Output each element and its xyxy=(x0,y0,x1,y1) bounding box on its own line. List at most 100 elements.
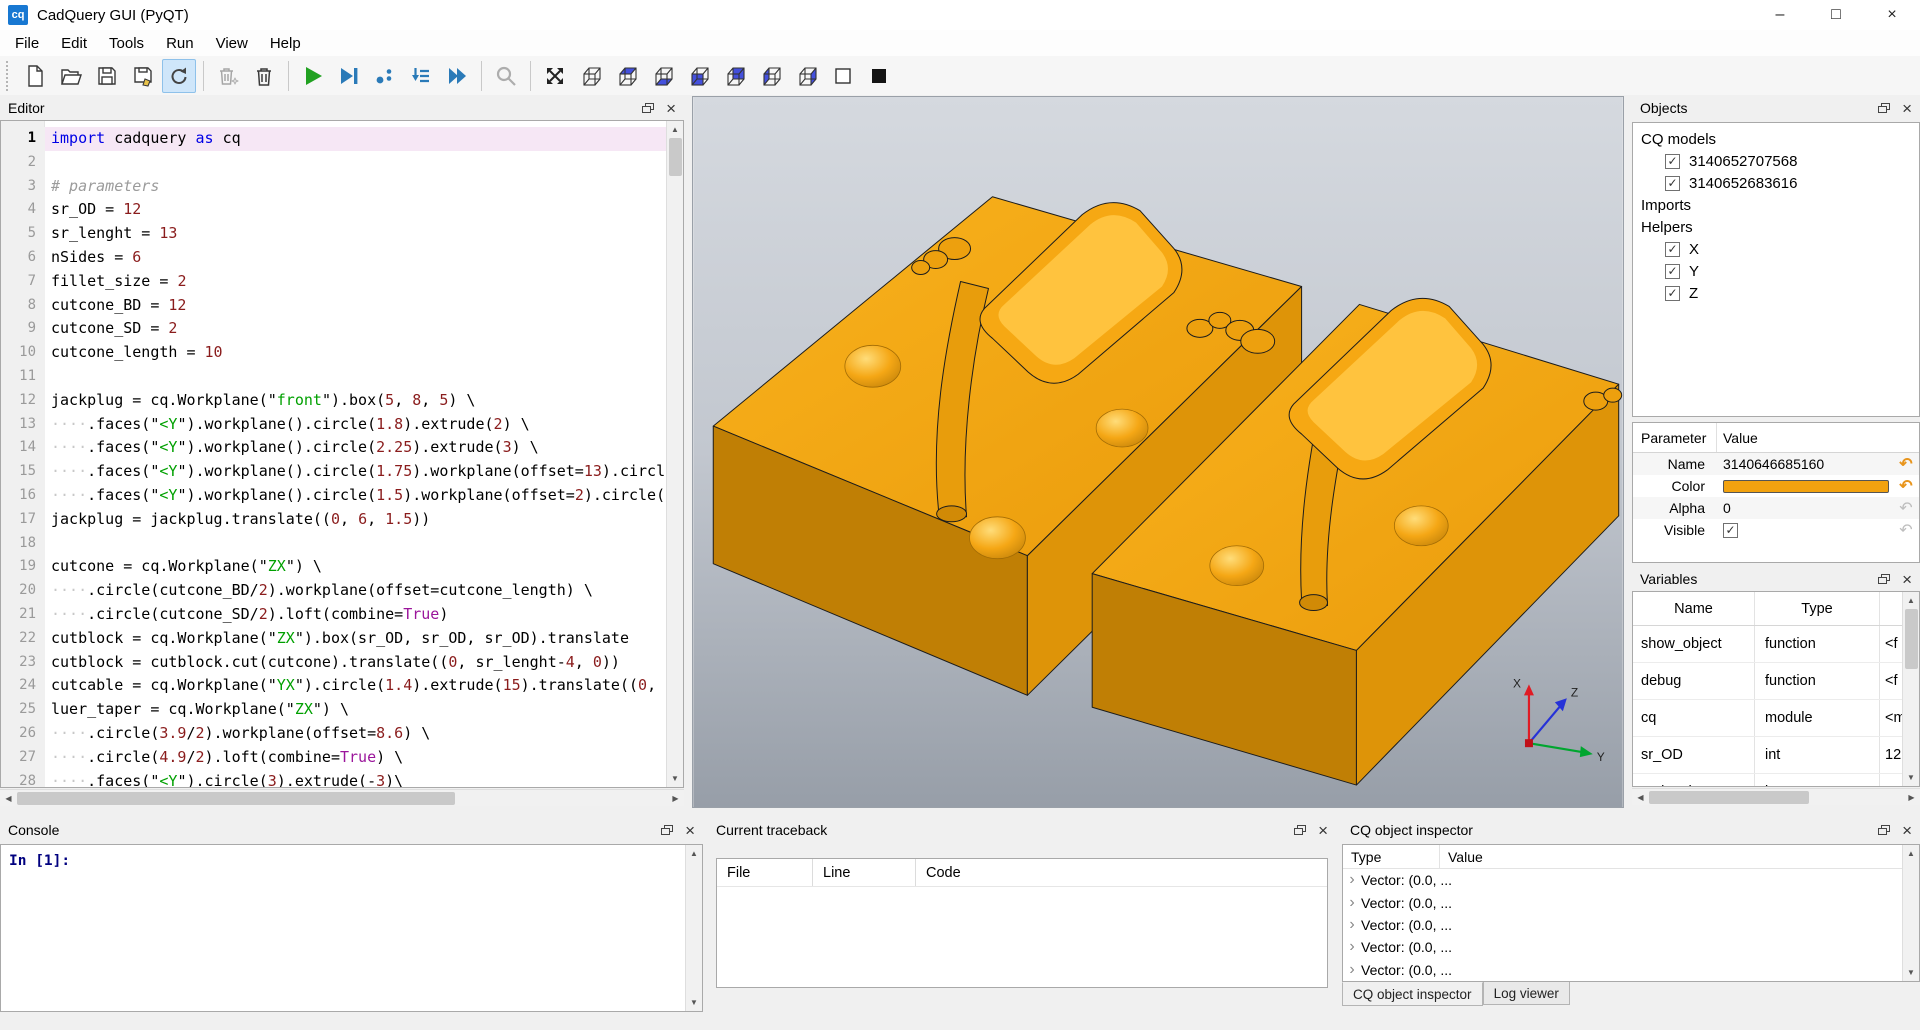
title-bar[interactable]: cq CadQuery GUI (PyQT) – □ × xyxy=(0,0,1920,30)
visibility-checkbox[interactable]: ✓ xyxy=(1665,286,1680,301)
tree-item-3140652707568[interactable]: ✓3140652707568 xyxy=(1633,150,1919,172)
code-line[interactable]: 20····.circle(cutcone_BD/2).workplane(of… xyxy=(1,579,666,603)
expand-chevron-icon[interactable]: › xyxy=(1343,917,1361,933)
inspector-vertical-scrollbar[interactable]: ▲ ▼ xyxy=(1902,845,1919,981)
menu-view[interactable]: View xyxy=(205,30,259,56)
render-button[interactable] xyxy=(296,59,330,93)
code-line[interactable]: 21····.circle(cutcone_SD/2).loft(combine… xyxy=(1,603,666,627)
code-line[interactable]: 27····.circle(4.9/2).loft(combine=True) … xyxy=(1,746,666,770)
scrollbar-thumb[interactable] xyxy=(669,138,682,176)
scroll-down-icon[interactable]: ▼ xyxy=(1903,769,1920,786)
console-vertical-scrollbar[interactable]: ▲ ▼ xyxy=(685,845,702,1011)
scrollbar-thumb[interactable] xyxy=(1905,609,1918,669)
visibility-checkbox[interactable]: ✓ xyxy=(1665,176,1680,191)
code-line[interactable]: 3# parameters xyxy=(1,175,666,199)
scroll-up-icon[interactable]: ▲ xyxy=(686,845,703,862)
code-line[interactable]: 4sr_OD = 12 xyxy=(1,198,666,222)
top-view-button[interactable] xyxy=(610,59,644,93)
scrollbar-thumb[interactable] xyxy=(1649,791,1809,804)
code-line[interactable]: 1import cadquery as cq xyxy=(1,127,666,151)
menu-help[interactable]: Help xyxy=(259,30,312,56)
shaded-view-button[interactable] xyxy=(862,59,896,93)
visibility-checkbox[interactable]: ✓ xyxy=(1665,264,1680,279)
expand-chevron-icon[interactable]: › xyxy=(1343,895,1361,911)
scroll-down-icon[interactable]: ▼ xyxy=(686,994,703,1011)
float-panel-icon[interactable] xyxy=(1878,825,1890,836)
inspector-row[interactable]: ›Vector: (0.0, ... xyxy=(1343,891,1919,913)
tree-group-helpers[interactable]: Helpers xyxy=(1633,216,1919,238)
expand-chevron-icon[interactable]: › xyxy=(1343,962,1361,978)
visible-checkbox[interactable]: ✓ xyxy=(1723,523,1738,538)
tree-item-x[interactable]: ✓X xyxy=(1633,238,1919,260)
undo-icon[interactable]: ↶ xyxy=(1893,454,1919,474)
code-line[interactable]: 5sr_lenght = 13 xyxy=(1,222,666,246)
code-line[interactable]: 14····.faces("<Y").workplane().circle(2.… xyxy=(1,436,666,460)
float-panel-icon[interactable] xyxy=(661,825,673,836)
variables-horizontal-scrollbar[interactable]: ◀ ▶ xyxy=(1632,788,1920,805)
tree-item-3140652683616[interactable]: ✓3140652683616 xyxy=(1633,172,1919,194)
code-line[interactable]: 12jackplug = cq.Workplane("front").box(5… xyxy=(1,389,666,413)
code-line[interactable]: 7fillet_size = 2 xyxy=(1,270,666,294)
code-line[interactable]: 8cutcone_BD = 12 xyxy=(1,294,666,318)
variable-row-debug[interactable]: debugfunction<f xyxy=(1633,663,1919,700)
3d-scene[interactable]: X Z Y xyxy=(693,97,1623,807)
clear-model-button[interactable] xyxy=(211,59,245,93)
scroll-up-icon[interactable]: ▲ xyxy=(1903,845,1920,862)
code-line[interactable]: 19cutcone = cq.Workplane("ZX") \ xyxy=(1,555,666,579)
code-line[interactable]: 26····.circle(3.9/2).workplane(offset=8.… xyxy=(1,722,666,746)
scroll-up-icon[interactable]: ▲ xyxy=(1903,592,1920,609)
menu-edit[interactable]: Edit xyxy=(50,30,98,56)
scroll-left-icon[interactable]: ◀ xyxy=(1632,789,1649,806)
code-line[interactable]: 28····.faces("<Y").circle(3).extrude(-3)… xyxy=(1,770,666,787)
inspector-row[interactable]: ›Vector: (0.0, ... xyxy=(1343,914,1919,936)
toolbar-grip[interactable] xyxy=(6,61,11,91)
visibility-checkbox[interactable]: ✓ xyxy=(1665,242,1680,257)
variable-row-show_object[interactable]: show_objectfunction<f xyxy=(1633,626,1919,663)
variable-row-cq[interactable]: cqmodule<m xyxy=(1633,700,1919,737)
debug-button[interactable] xyxy=(332,59,366,93)
fit-view-button[interactable] xyxy=(538,59,572,93)
code-line[interactable]: 18 xyxy=(1,532,666,556)
scroll-left-icon[interactable]: ◀ xyxy=(0,790,17,807)
continue-button[interactable] xyxy=(440,59,474,93)
menu-run[interactable]: Run xyxy=(155,30,205,56)
code-line[interactable]: 22cutblock = cq.Workplane("ZX").box(sr_O… xyxy=(1,627,666,651)
tab-cq-object-inspector[interactable]: CQ object inspector xyxy=(1342,982,1483,1006)
inspector-row[interactable]: ›Vector: (0.0, ... xyxy=(1343,869,1919,891)
delete-model-button[interactable] xyxy=(247,59,281,93)
tree-item-y[interactable]: ✓Y xyxy=(1633,260,1919,282)
bottom-view-button[interactable] xyxy=(646,59,680,93)
tree-item-z[interactable]: ✓Z xyxy=(1633,282,1919,304)
code-line[interactable]: 16····.faces("<Y").workplane().circle(1.… xyxy=(1,484,666,508)
right-view-button[interactable] xyxy=(790,59,824,93)
float-panel-icon[interactable] xyxy=(1878,574,1890,585)
code-line[interactable]: 2 xyxy=(1,151,666,175)
wireframe-view-button[interactable] xyxy=(826,59,860,93)
close-panel-icon[interactable]: × xyxy=(1902,822,1912,839)
scroll-down-icon[interactable]: ▼ xyxy=(667,770,684,787)
inspector-row[interactable]: ›Vector: (0.0, ... xyxy=(1343,936,1919,958)
code-line[interactable]: 9cutcone_SD = 2 xyxy=(1,317,666,341)
iso-view-button[interactable] xyxy=(574,59,608,93)
save-button[interactable] xyxy=(90,59,124,93)
editor-horizontal-scrollbar[interactable]: ◀ ▶ xyxy=(0,789,684,806)
undo-icon[interactable]: ↶ xyxy=(1893,476,1919,496)
float-panel-icon[interactable] xyxy=(1878,103,1890,114)
close-panel-icon[interactable]: × xyxy=(685,822,695,839)
3d-viewport[interactable]: X Z Y xyxy=(692,96,1624,808)
float-panel-icon[interactable] xyxy=(1294,825,1306,836)
minimize-button[interactable]: – xyxy=(1752,0,1808,30)
menu-file[interactable]: File xyxy=(4,30,50,56)
visibility-checkbox[interactable]: ✓ xyxy=(1665,154,1680,169)
scroll-right-icon[interactable]: ▶ xyxy=(1903,789,1920,806)
scrollbar-thumb[interactable] xyxy=(17,792,455,805)
code-editor[interactable]: 1import cadquery as cq23# parameters4sr_… xyxy=(0,120,684,788)
inspect-button[interactable] xyxy=(489,59,523,93)
scroll-up-icon[interactable]: ▲ xyxy=(667,121,684,138)
expand-chevron-icon[interactable]: › xyxy=(1343,872,1361,888)
code-line[interactable]: 13····.faces("<Y").workplane().circle(1.… xyxy=(1,413,666,437)
inspector-row[interactable]: ›Vector: (0.0, ... xyxy=(1343,959,1919,981)
close-panel-icon[interactable]: × xyxy=(1902,571,1912,588)
menu-tools[interactable]: Tools xyxy=(98,30,155,56)
code-line[interactable]: 6nSides = 6 xyxy=(1,246,666,270)
